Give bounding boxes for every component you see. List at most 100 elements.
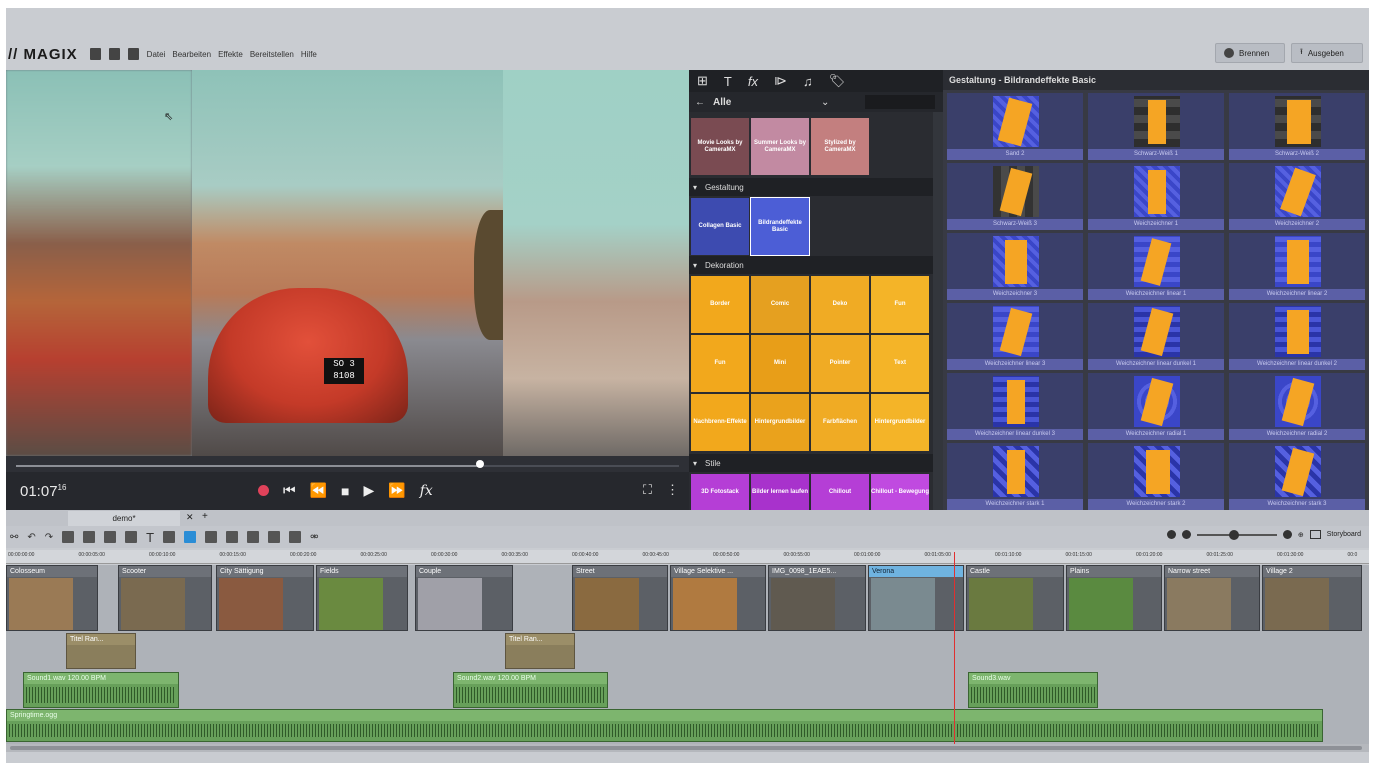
text-icon[interactable]: T [724, 74, 732, 89]
media-tile[interactable]: Nachbrenn-Effekte [691, 394, 749, 451]
video-clip[interactable]: Street [572, 565, 668, 631]
storyboard-label[interactable]: Storyboard [1327, 531, 1361, 538]
zoom-in-icon[interactable] [1282, 530, 1292, 539]
link-icon[interactable]: ⚯ [10, 532, 18, 543]
video-clip[interactable]: Colosseum [6, 565, 98, 631]
delete-icon[interactable] [62, 531, 75, 543]
time-ruler[interactable]: 00:00:00:00 00:00:05:00 00:00:10:00 00:00:1… [6, 550, 1369, 564]
menu-datei[interactable]: Datei [147, 50, 166, 59]
menu-hilfe[interactable]: Hilfe [301, 50, 317, 59]
text-tool-icon[interactable]: T [146, 530, 154, 545]
record-icon[interactable] [258, 485, 269, 496]
video-clip[interactable]: Village Selektive ... [670, 565, 766, 631]
playhead[interactable] [954, 552, 955, 744]
cut-link-icon[interactable]: ⚮ [310, 532, 318, 543]
copy-icon[interactable] [83, 531, 96, 543]
close-tab-icon[interactable]: ✕ [186, 512, 194, 523]
fx-icon[interactable]: fx [420, 483, 433, 499]
effect-tile[interactable]: Weichzeichner radial 1 [1088, 373, 1224, 440]
media-tile[interactable]: Comic [751, 276, 809, 333]
media-tile[interactable]: Summer Looks by CameraMX [751, 118, 809, 175]
redo-icon[interactable]: ↷ [45, 532, 53, 543]
stop-icon[interactable]: ■ [341, 483, 349, 499]
media-tile[interactable]: Movie Looks by CameraMX [691, 118, 749, 175]
save-icon[interactable] [127, 48, 139, 60]
fit-icon[interactable]: ⊕ [1298, 531, 1304, 539]
media-tile-selected[interactable]: Bildrandeffekte Basic [750, 197, 810, 256]
menu-bereitstellen[interactable]: Bereitstellen [250, 50, 294, 59]
crop-icon[interactable] [163, 531, 176, 543]
media-tile[interactable]: 3D Fotostack [691, 474, 749, 510]
video-clip[interactable]: Verona [868, 565, 964, 631]
media-tile[interactable]: Hintergrundbilder [751, 394, 809, 451]
snap-icon[interactable] [268, 531, 281, 543]
more-icon[interactable]: ⋮ [666, 482, 679, 498]
section-dekoration[interactable]: Dekoration [689, 256, 933, 274]
effect-tile[interactable]: Weichzeichner linear dunkel 2 [1229, 303, 1365, 370]
burn-button[interactable]: Brennen [1215, 43, 1285, 63]
menu-effekte[interactable]: Effekte [218, 50, 243, 59]
back-arrow-icon[interactable]: ← [695, 97, 705, 108]
effect-tile[interactable]: Weichzeichner stark 2 [1088, 443, 1224, 510]
add-tab-icon[interactable]: + [202, 511, 208, 522]
effect-tile[interactable]: Weichzeichner linear 2 [1229, 233, 1365, 300]
scrub-handle[interactable] [476, 460, 484, 468]
menu-bearbeiten[interactable]: Bearbeiten [172, 50, 211, 59]
effect-tile[interactable]: Weichzeichner linear dunkel 3 [947, 373, 1083, 440]
media-tile[interactable]: Fun [871, 276, 929, 333]
zoom-slider-handle[interactable] [1228, 529, 1239, 540]
effect-tile[interactable]: Weichzeichner stark 1 [947, 443, 1083, 510]
audio-clip[interactable]: Sound2.wav 120.00 BPM [453, 672, 608, 708]
chevron-down-icon[interactable]: ⌄ [821, 97, 829, 108]
output-button[interactable]: ⭱ Ausgeben [1291, 43, 1363, 63]
tag-icon[interactable]: 🏷 [829, 73, 846, 89]
media-search-input[interactable] [865, 95, 935, 109]
tab-demo[interactable]: demo* [68, 511, 180, 526]
media-tile[interactable]: Chillout - Bewegung [871, 474, 929, 510]
transition-icon[interactable]: ⧐ [774, 73, 787, 89]
undo-icon[interactable]: ↶ [27, 532, 35, 543]
media-tile[interactable]: Hintergrundbilder [871, 394, 929, 451]
media-tile[interactable]: Border [691, 276, 749, 333]
media-tile[interactable]: Farbflächen [811, 394, 869, 451]
zoom-out-icon[interactable] [1166, 530, 1176, 539]
video-clip[interactable]: Narrow street [1164, 565, 1260, 631]
effect-tile[interactable]: Weichzeichner linear 1 [1088, 233, 1224, 300]
preview-scrubber[interactable] [6, 456, 689, 472]
effect-tile[interactable]: Weichzeichner linear 3 [947, 303, 1083, 370]
range-tool-icon[interactable] [205, 531, 218, 543]
video-clip[interactable]: Fields [316, 565, 408, 631]
audio-clip[interactable]: Sound1.wav 120.00 BPM [23, 672, 179, 708]
video-clip[interactable]: Village 2 [1262, 565, 1362, 631]
video-clip[interactable]: Plains [1066, 565, 1162, 631]
pointer-tool-icon[interactable] [184, 531, 197, 543]
video-preview[interactable]: SO 3 8108 ⇖ [6, 70, 689, 456]
audio-clip[interactable]: Sound3.wav [968, 672, 1098, 708]
effects-fx-icon[interactable]: fx [748, 74, 758, 89]
title-clip[interactable]: Titel Ran... [505, 633, 575, 669]
duplicate-icon[interactable] [125, 531, 138, 543]
media-tile[interactable]: Mini [751, 335, 809, 392]
effect-tile[interactable]: Weichzeichner 3 [947, 233, 1083, 300]
effect-tile[interactable]: Weichzeichner linear dunkel 1 [1088, 303, 1224, 370]
effect-tile[interactable]: Weichzeichner 2 [1229, 163, 1365, 230]
video-clip[interactable]: Couple [415, 565, 513, 631]
media-tile[interactable]: Chillout [811, 474, 869, 510]
effect-tile[interactable]: Weichzeichner stark 3 [1229, 443, 1365, 510]
play-icon[interactable]: ▶ [364, 482, 375, 499]
timeline-scrollbar[interactable] [6, 744, 1369, 752]
zoom-out-small-icon[interactable] [1181, 530, 1191, 539]
media-tile[interactable]: Collagen Basic [691, 198, 749, 255]
rewind-icon[interactable]: ⏪ [310, 482, 327, 499]
effect-tile[interactable]: Sand 2 [947, 93, 1083, 160]
effect-tile[interactable]: Weichzeichner 1 [1088, 163, 1224, 230]
music-icon[interactable]: ♫ [803, 74, 813, 89]
media-tile[interactable]: Fun [691, 335, 749, 392]
media-tile[interactable]: Deko [811, 276, 869, 333]
video-clip[interactable]: Scooter [118, 565, 212, 631]
storyboard-icon[interactable] [1309, 530, 1321, 539]
open-folder-icon[interactable] [108, 48, 120, 60]
effect-tile[interactable]: Schwarz-Weiß 1 [1088, 93, 1224, 160]
split-icon[interactable] [226, 531, 239, 543]
section-gestaltung[interactable]: Gestaltung [689, 178, 933, 196]
